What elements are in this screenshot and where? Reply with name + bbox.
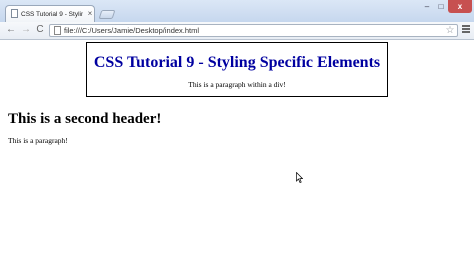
- page-icon: [54, 26, 61, 35]
- page-viewport: CSS Tutorial 9 - Styling Specific Elemen…: [0, 40, 474, 266]
- close-icon: x: [457, 2, 463, 11]
- page-paragraph: This is a paragraph!: [8, 136, 68, 145]
- bookmark-star-icon[interactable]: ☆: [444, 24, 456, 37]
- maximize-button[interactable]: □: [434, 0, 448, 13]
- minimize-button[interactable]: –: [420, 0, 434, 13]
- forward-arrow-icon[interactable]: →: [20, 24, 32, 36]
- mouse-cursor-icon: [296, 172, 303, 183]
- second-header: This is a second header!: [8, 111, 162, 127]
- div-paragraph: This is a paragraph within a div!: [188, 80, 286, 89]
- menu-icon[interactable]: [462, 25, 470, 35]
- div-heading: CSS Tutorial 9 - Styling Specific Elemen…: [93, 54, 381, 71]
- page-favicon-icon: [11, 9, 18, 18]
- styled-div: CSS Tutorial 9 - Styling Specific Elemen…: [86, 42, 388, 97]
- tab-close-icon[interactable]: ×: [86, 9, 94, 19]
- url-text[interactable]: file:///C:/Users/Jamie/Desktop/index.htm…: [64, 25, 424, 36]
- browser-titlebar: CSS Tutorial 9 - Styling Sp... × – □ x: [0, 0, 474, 22]
- back-arrow-icon[interactable]: ←: [5, 24, 17, 36]
- browser-toolbar: ← → C file:///C:/Users/Jamie/Desktop/ind…: [0, 22, 474, 40]
- maximize-icon: □: [438, 2, 444, 11]
- address-bar[interactable]: file:///C:/Users/Jamie/Desktop/index.htm…: [49, 24, 458, 37]
- browser-tab[interactable]: CSS Tutorial 9 - Styling Sp... ×: [5, 5, 95, 22]
- minimize-icon: –: [424, 2, 430, 11]
- new-tab-button[interactable]: [98, 10, 116, 19]
- tab-title: CSS Tutorial 9 - Styling Sp...: [21, 11, 83, 18]
- close-window-button[interactable]: x: [448, 0, 472, 13]
- reload-icon[interactable]: C: [34, 24, 46, 36]
